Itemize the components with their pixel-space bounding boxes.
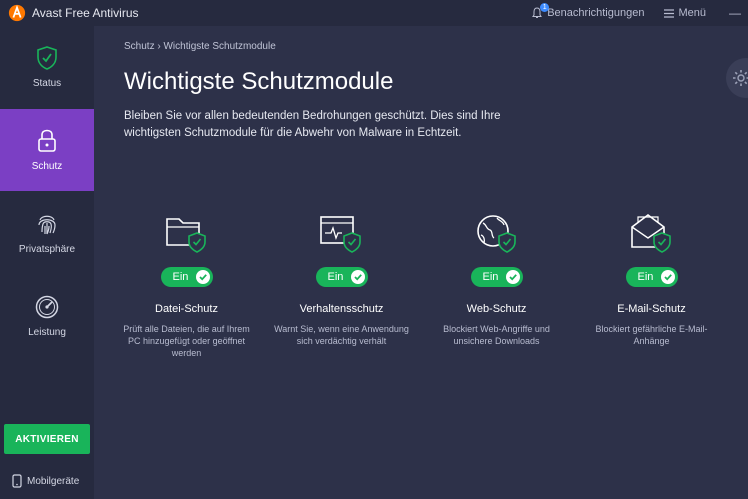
envelope-shield-icon: [630, 214, 671, 253]
module-name: E-Mail-Schutz: [617, 303, 686, 315]
sidebar-item-privatsphaere[interactable]: Privatsphäre: [0, 192, 94, 274]
module-description: Blockiert gefährliche E-Mail-Anhänge: [595, 324, 708, 346]
toggle-label: Ein: [172, 271, 189, 283]
toggle-email-schutz[interactable]: Ein: [625, 267, 678, 287]
page-description: Bleiben Sie vor allen bedeutenden Bedroh…: [124, 110, 501, 139]
notifications-label: Benachrichtigungen: [547, 7, 645, 19]
breadcrumb-separator: ›: [157, 41, 161, 52]
check-icon: [660, 270, 675, 284]
module-verhaltensschutz: Ein Verhaltensschutz Warnt Sie, wenn ein…: [264, 211, 419, 347]
mobile-devices-link[interactable]: Mobilgeräte: [12, 474, 79, 488]
sidebar-item-label: Leistung: [28, 326, 66, 338]
globe-shield-icon: [476, 215, 516, 253]
module-name: Verhaltensschutz: [299, 303, 384, 315]
toggle-label: Ein: [637, 271, 654, 283]
monitor-shield-icon: [319, 216, 361, 253]
fingerprint-icon: [38, 215, 56, 234]
main-content: Schutz › Wichtigste Schutzmodule Wichtig…: [94, 26, 748, 499]
notifications-button[interactable]: 1 Benachrichtigungen: [531, 3, 645, 19]
toggle-datei-schutz[interactable]: Ein: [160, 267, 213, 287]
module-description: Prüft alle Dateien, die auf Ihrem PC hin…: [123, 324, 250, 358]
sidebar: Status Schutz Privatsphäre Leistung AKTI…: [0, 26, 94, 499]
gear-icon: [733, 70, 748, 86]
module-name: Datei-Schutz: [155, 303, 218, 315]
phone-icon: [12, 474, 22, 488]
sidebar-item-label: Schutz: [31, 160, 63, 172]
shield-check-icon: [37, 45, 57, 70]
activate-button[interactable]: AKTIVIEREN: [4, 424, 90, 454]
check-icon: [505, 270, 520, 284]
speedometer-icon: [35, 295, 59, 318]
sidebar-item-status[interactable]: Status: [0, 26, 94, 108]
module-description: Warnt Sie, wenn eine Anwendung sich verd…: [274, 324, 409, 346]
toggle-label: Ein: [327, 271, 344, 283]
breadcrumb-parent[interactable]: Schutz: [124, 41, 155, 52]
module-email-schutz: Ein E-Mail-Schutz Blockiert gefährliche …: [574, 211, 729, 347]
lock-icon: [38, 129, 56, 152]
toggle-verhaltensschutz[interactable]: Ein: [315, 267, 368, 287]
sidebar-item-label: Privatsphäre: [18, 243, 76, 255]
check-icon: [350, 270, 365, 284]
app-title: Avast Free Antivirus: [32, 6, 139, 20]
sidebar-item-leistung[interactable]: Leistung: [0, 275, 94, 357]
sidebar-item-label: Status: [32, 77, 62, 89]
mobile-devices-label: Mobilgeräte: [27, 475, 80, 487]
module-datei-schutz: Ein Datei-Schutz Prüft alle Dateien, die…: [109, 211, 264, 359]
menu-button[interactable]: Menü: [664, 7, 706, 19]
folder-shield-icon: [165, 218, 206, 253]
check-icon: [195, 270, 210, 284]
breadcrumb-current: Wichtigste Schutzmodule: [163, 41, 276, 52]
toggle-web-schutz[interactable]: Ein: [470, 267, 523, 287]
module-web-schutz: Ein Web-Schutz Blockiert Web-Angriffe un…: [419, 211, 574, 347]
minimize-button[interactable]: —: [722, 6, 748, 20]
breadcrumb: Schutz › Wichtigste Schutzmodule: [124, 41, 276, 52]
settings-button[interactable]: [726, 58, 748, 98]
page-title: Wichtigste Schutzmodule: [124, 68, 394, 95]
menu-label: Menü: [678, 7, 706, 19]
module-name: Web-Schutz: [466, 303, 527, 315]
title-bar: Avast Free Antivirus 1 Benachrichtigunge…: [0, 0, 748, 26]
toggle-label: Ein: [482, 271, 499, 283]
avast-logo-icon: [8, 4, 26, 22]
hamburger-icon: [664, 8, 675, 18]
module-description: Blockiert Web-Angriffe und unsichere Dow…: [443, 324, 550, 346]
sidebar-item-schutz[interactable]: Schutz: [0, 109, 94, 191]
